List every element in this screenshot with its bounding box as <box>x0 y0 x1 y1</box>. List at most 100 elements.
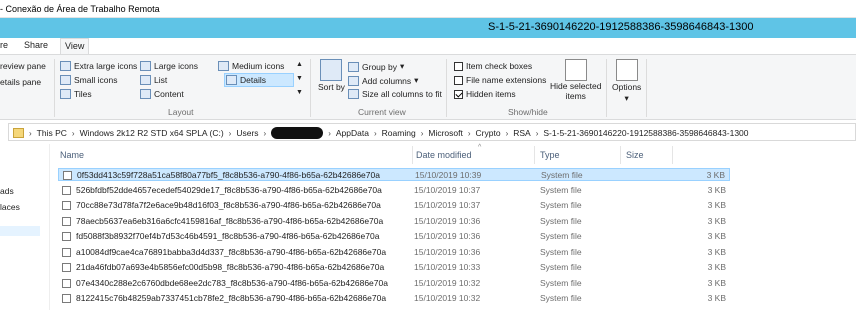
address-bar[interactable]: › This PC › Windows 2k12 R2 STD x64 SPLA… <box>8 123 856 141</box>
column-header-size[interactable]: Size <box>626 150 644 160</box>
folder-icon <box>13 128 24 138</box>
column-header-type[interactable]: Type <box>540 150 560 160</box>
redacted-username[interactable] <box>271 127 324 139</box>
chevron-right-icon[interactable]: › <box>29 129 32 138</box>
file-extensions-toggle[interactable]: File name extensions <box>454 75 546 85</box>
file-type: System file <box>540 246 582 257</box>
file-date: 15/10/2019 10:33 <box>414 262 481 272</box>
tab-view[interactable]: View <box>60 38 90 54</box>
chevron-right-icon[interactable]: › <box>506 129 509 138</box>
file-type: System file <box>540 277 582 288</box>
chevron-right-icon[interactable]: › <box>328 129 331 138</box>
details-label: Details <box>240 75 266 85</box>
column-splitter[interactable] <box>534 146 535 164</box>
file-date: 15/10/2019 10:32 <box>414 277 481 288</box>
file-type: System file <box>540 184 582 195</box>
nav-selection[interactable] <box>0 226 40 236</box>
nav-item-places[interactable]: laces <box>0 202 20 212</box>
file-size: 3 KB <box>707 277 726 288</box>
file-name: 78aecb5637ea6eb316a6cfc4159816af_f8c8b53… <box>76 215 384 226</box>
preview-pane-button[interactable]: review pane <box>0 61 46 71</box>
content-label: Content <box>154 89 184 99</box>
file-name: fd5088f3b8932f70ef4b7d53c46b4591_f8c8b53… <box>76 231 380 241</box>
file-row[interactable]: fd5088f3b8932f70ef4b7d53c46b4591_f8c8b53… <box>58 230 730 243</box>
small-icons-icon <box>60 75 71 85</box>
layout-small-icons[interactable]: Small icons <box>60 75 117 85</box>
ribbon-separator <box>446 59 447 117</box>
layout-extra-large-icons[interactable]: Extra large icons <box>60 61 137 71</box>
breadcrumb-this-pc[interactable]: This PC <box>37 128 67 138</box>
layout-group-label: Layout <box>168 107 194 117</box>
hide-selected-icon <box>564 59 587 81</box>
window-title: - Conexão de Área de Trabalho Remota <box>0 4 160 14</box>
layout-scroll-down[interactable]: ▼ <box>296 75 303 82</box>
window-titlebar: - Conexão de Área de Trabalho Remota <box>0 0 856 18</box>
file-row[interactable]: 526bfdbf52dde4657ecedef54029de17_f8c8b53… <box>58 184 730 197</box>
file-name: a10084df9cae4ca76891babba3d4d337_f8c8b53… <box>76 246 387 257</box>
item-checkboxes-label: Item check boxes <box>466 61 533 71</box>
layout-details[interactable]: Details <box>226 75 266 85</box>
breadcrumb-sid-folder[interactable]: S-1-5-21-3690146220-1912588386-359864684… <box>543 128 748 138</box>
medium-icons-label: Medium icons <box>232 61 285 71</box>
layout-tiles[interactable]: Tiles <box>60 89 92 99</box>
file-row[interactable]: 21da46fdb07a693e4b5856efc00d5b98_f8c8b53… <box>58 261 730 274</box>
ribbon-separator <box>646 59 647 117</box>
tab-share[interactable]: Share <box>20 38 52 54</box>
breadcrumb-roaming[interactable]: Roaming <box>382 128 416 138</box>
column-splitter[interactable] <box>412 146 413 164</box>
layout-content[interactable]: Content <box>140 89 184 99</box>
chevron-right-icon[interactable]: › <box>536 129 539 138</box>
options-button[interactable]: Options ▾ <box>612 59 641 104</box>
add-columns-button[interactable]: Add columns ▾ <box>348 75 418 86</box>
chevron-right-icon[interactable]: › <box>421 129 424 138</box>
column-header-date[interactable]: Date modified <box>416 150 472 160</box>
layout-scroll-up[interactable]: ▲ <box>296 61 303 68</box>
breadcrumb-drive[interactable]: Windows 2k12 R2 STD x64 SPLA (C:) <box>80 128 224 138</box>
large-icons-label: Large icons <box>154 61 198 71</box>
breadcrumb-rsa[interactable]: RSA <box>513 128 530 138</box>
nav-item-downloads[interactable]: ads <box>0 186 14 196</box>
chevron-right-icon[interactable]: › <box>72 129 75 138</box>
tab-home[interactable]: re <box>0 38 12 54</box>
breadcrumb-microsoft[interactable]: Microsoft <box>428 128 462 138</box>
column-header-name[interactable]: Name <box>60 150 84 160</box>
hidden-items-toggle[interactable]: Hidden items <box>454 89 516 99</box>
navigation-pane: ads laces <box>0 144 50 310</box>
layout-expand[interactable]: ▼ <box>296 89 303 96</box>
chevron-right-icon[interactable]: › <box>229 129 232 138</box>
chevron-down-icon: ▾ <box>399 61 405 71</box>
layout-medium-icons[interactable]: Medium icons <box>218 61 284 71</box>
column-splitter[interactable] <box>672 146 673 164</box>
system-file-icon <box>62 185 71 195</box>
file-row[interactable]: 07e4340c288e2c6760dbde68ee2dc783_f8c8b53… <box>58 277 730 290</box>
group-by-button[interactable]: Group by ▾ <box>348 61 404 72</box>
file-row[interactable]: a10084df9cae4ca76891babba3d4d337_f8c8b53… <box>58 246 730 259</box>
explorer-titlebar: S-1-5-21-3690146220-1912588386-359864684… <box>0 18 856 38</box>
file-row[interactable]: 8122415c76b48259ab7337451cb78fe2_f8c8b53… <box>58 292 730 305</box>
size-all-columns-button[interactable]: Size all columns to fit <box>348 89 442 99</box>
details-pane-button[interactable]: etails pane <box>0 77 41 87</box>
chevron-right-icon[interactable]: › <box>468 129 471 138</box>
breadcrumb-users[interactable]: Users <box>236 128 258 138</box>
breadcrumb-crypto[interactable]: Crypto <box>476 128 501 138</box>
file-row[interactable]: 70cc88e73d78fa7f2e6ace9b48d16f03_f8c8b53… <box>58 199 730 212</box>
sort-icon <box>320 59 343 81</box>
checkbox-checked <box>454 89 463 99</box>
chevron-right-icon[interactable]: › <box>374 129 377 138</box>
small-icons-label: Small icons <box>74 75 118 85</box>
layout-list[interactable]: List <box>140 75 167 85</box>
file-size: 3 KB <box>707 215 726 226</box>
layout-large-icons[interactable]: Large icons <box>140 61 198 71</box>
file-row[interactable]: 0f53dd413c59f728a51ca58f80a77bf5_f8c8b53… <box>58 168 730 181</box>
hide-selected-items-button[interactable]: Hide selected items <box>550 59 602 101</box>
system-file-icon <box>62 247 71 257</box>
chevron-down-icon: ▾ <box>414 75 419 85</box>
file-row[interactable]: 78aecb5637ea6eb316a6cfc4159816af_f8c8b53… <box>58 215 730 228</box>
sort-by-button[interactable]: Sort by <box>318 59 345 92</box>
breadcrumb-appdata[interactable]: AppData <box>336 128 369 138</box>
item-checkboxes-toggle[interactable]: Item check boxes <box>454 61 532 71</box>
tiles-icon <box>60 89 71 99</box>
column-splitter[interactable] <box>620 146 621 164</box>
chevron-right-icon[interactable]: › <box>264 129 267 138</box>
list-label: List <box>154 75 168 85</box>
